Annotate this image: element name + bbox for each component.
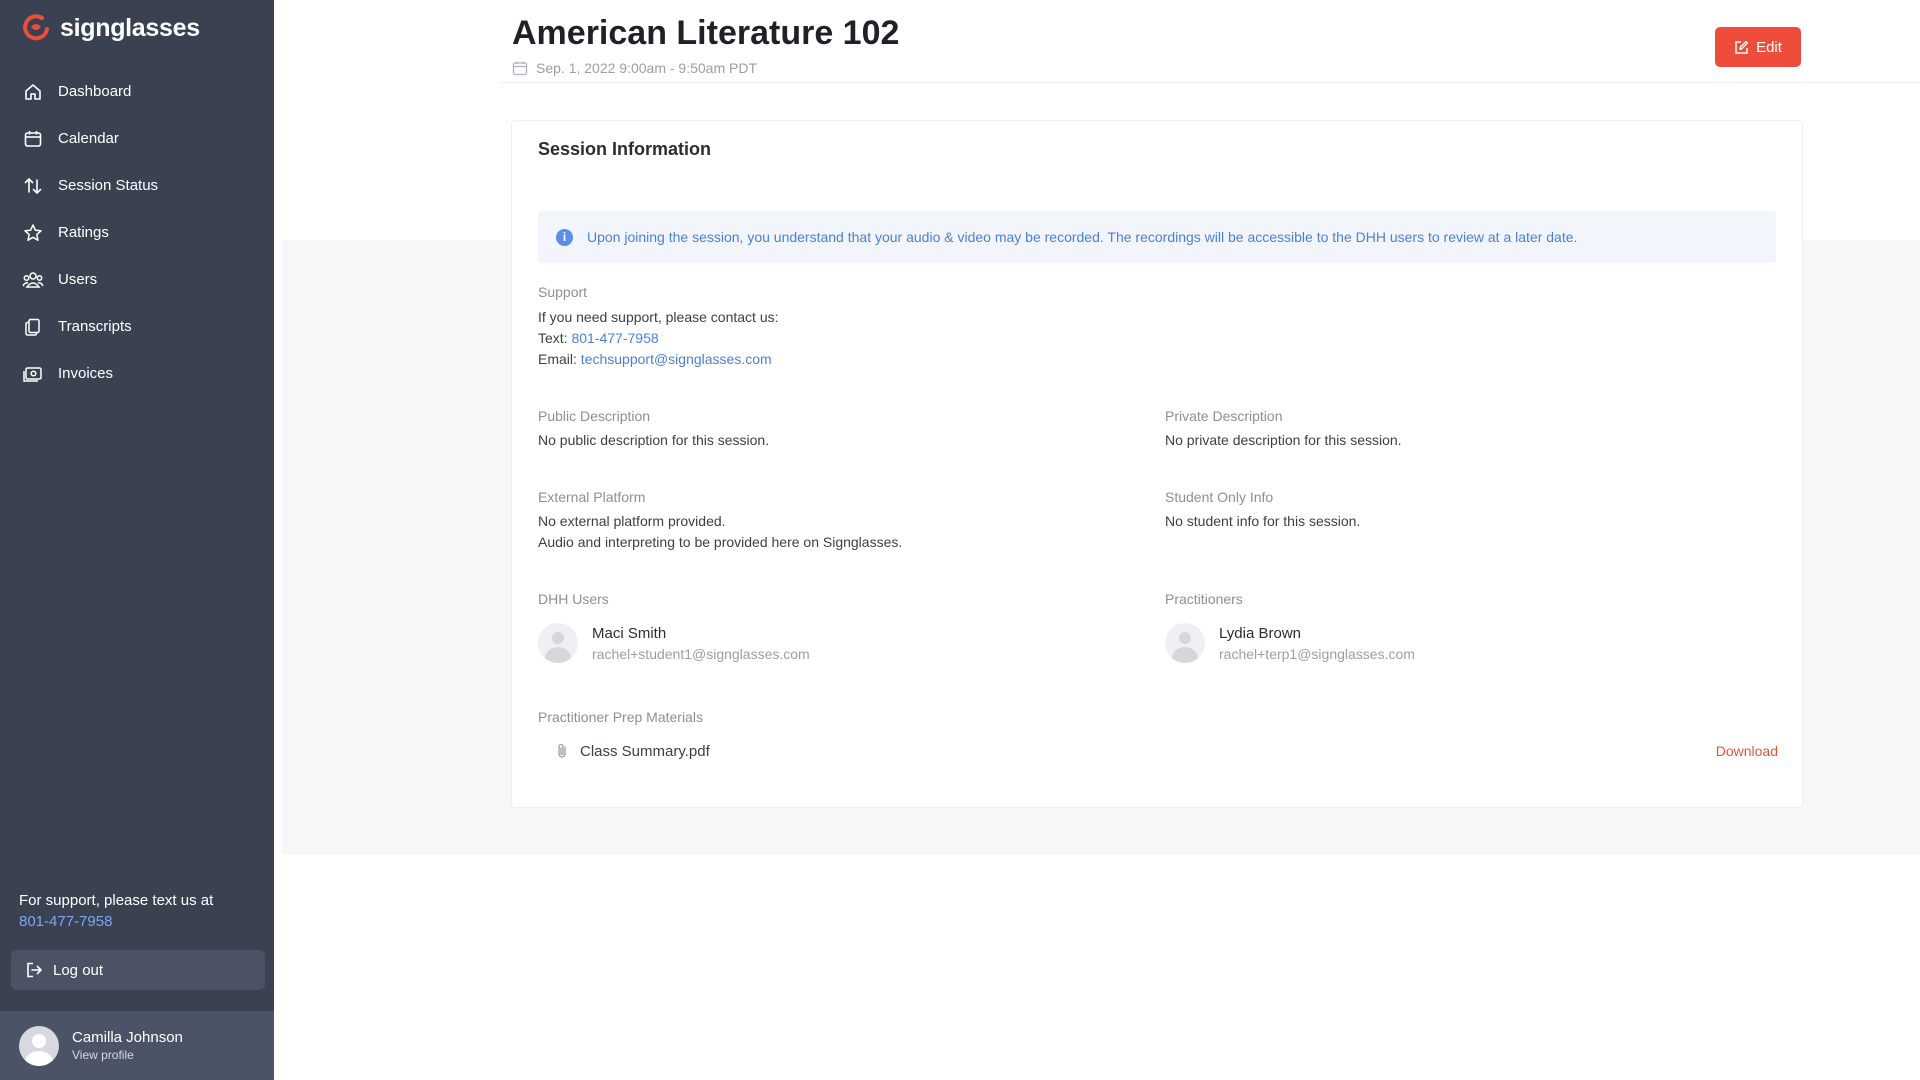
brand[interactable]: signglasses: [20, 10, 200, 46]
logout-label: Log out: [53, 961, 104, 979]
sidebar-item-ratings[interactable]: Ratings: [0, 209, 274, 256]
person-info: Lydia Brown rachel+terp1@signglasses.com: [1219, 625, 1415, 662]
signglasses-logo-icon: [23, 14, 49, 41]
person-email: rachel+student1@signglasses.com: [592, 645, 810, 662]
sidebar-item-label: Invoices: [58, 365, 114, 382]
recording-notice-text: Upon joining the session, you understand…: [587, 229, 1578, 245]
sidebar-nav: Dashboard Calendar Session Status Rating…: [0, 68, 274, 397]
edit-button[interactable]: Edit: [1715, 27, 1801, 67]
avatar: [1165, 623, 1205, 663]
invoice-icon: [22, 363, 44, 385]
external-platform-line: Audio and interpreting to be provided he…: [538, 534, 903, 550]
sidebar-item-session-status[interactable]: Session Status: [0, 162, 274, 209]
sidebar-item-dashboard[interactable]: Dashboard: [0, 68, 274, 115]
prep-materials-label: Practitioner Prep Materials: [538, 709, 703, 725]
sidebar-item-label: Session Status: [58, 177, 159, 194]
support-phone-link[interactable]: 801-477-7958: [571, 330, 658, 346]
sidebar-item-label: Users: [58, 271, 98, 288]
private-description-label: Private Description: [1165, 408, 1283, 424]
sidebar-item-label: Dashboard: [58, 83, 132, 100]
star-icon: [22, 222, 44, 244]
sidebar-support-note: For support, please text us at 801-477-7…: [19, 890, 213, 932]
support-email-row: Email: techsupport@signglasses.com: [538, 349, 779, 370]
person-email: rachel+terp1@signglasses.com: [1219, 645, 1415, 662]
sidebar-item-label: Transcripts: [58, 318, 132, 335]
users-icon: [22, 269, 44, 291]
home-icon: [22, 81, 44, 103]
external-platform-value: No external platform provided. Audio and…: [538, 511, 902, 553]
support-details: If you need support, please contact us: …: [538, 307, 779, 370]
logout-button[interactable]: Log out: [11, 950, 265, 990]
sidebar-item-label: Ratings: [58, 224, 109, 241]
person-name: Maci Smith: [592, 624, 667, 642]
paperclip-icon: [558, 743, 566, 758]
public-description-label: Public Description: [538, 408, 651, 424]
support-phone-link[interactable]: 801-477-7958: [19, 911, 213, 932]
sidebar-item-transcripts[interactable]: Transcripts: [0, 303, 274, 350]
session-date-text: Sep. 1, 2022 9:00am - 9:50am PDT: [536, 60, 758, 76]
support-intro: If you need support, please contact us:: [538, 309, 779, 325]
header-divider: [500, 82, 1920, 83]
session-date: Sep. 1, 2022 9:00am - 9:50am PDT: [512, 60, 757, 76]
external-platform-label: External Platform: [538, 489, 646, 505]
support-text: For support, please text us at: [19, 892, 214, 909]
brand-name: signglasses: [60, 13, 200, 42]
sidebar-item-users[interactable]: Users: [0, 256, 274, 303]
sidebar-item-calendar[interactable]: Calendar: [0, 115, 274, 162]
edit-label: Edit: [1756, 38, 1782, 56]
sidebar-item-invoices[interactable]: Invoices: [0, 350, 274, 397]
person-name: Lydia Brown: [1219, 624, 1301, 642]
avatar: [19, 1025, 59, 1066]
support-text-prefix: Text:: [538, 330, 568, 346]
dhh-user-item[interactable]: Maci Smith rachel+student1@signglasses.c…: [538, 623, 810, 663]
recording-notice: i Upon joining the session, you understa…: [538, 211, 1776, 263]
external-platform-line: No external platform provided.: [538, 513, 726, 529]
support-label: Support: [538, 284, 588, 300]
student-only-info-label: Student Only Info: [1165, 489, 1274, 505]
avatar: [538, 623, 578, 663]
profile-name: Camilla Johnson: [72, 1029, 183, 1046]
download-link[interactable]: Download: [1716, 743, 1778, 759]
support-phone-row: Text: 801-477-7958: [538, 328, 779, 349]
user-profile[interactable]: Camilla Johnson View profile: [0, 1011, 274, 1080]
page-title: American Literature 102: [512, 14, 900, 52]
card-title: Session Information: [538, 139, 712, 159]
session-information-card: Session Information i Upon joining the s…: [511, 120, 1803, 808]
private-description-value: No private description for this session.: [1165, 432, 1402, 448]
sidebar-item-label: Calendar: [58, 130, 119, 147]
practitioner-item[interactable]: Lydia Brown rachel+terp1@signglasses.com: [1165, 623, 1415, 663]
support-email-link[interactable]: techsupport@signglasses.com: [581, 351, 772, 367]
practitioners-label: Practitioners: [1165, 591, 1243, 607]
logout-icon: [27, 962, 43, 978]
sidebar: signglasses Dashboard Calendar Session S…: [0, 0, 274, 1080]
calendar-icon: [512, 61, 528, 76]
calendar-icon: [22, 128, 44, 150]
documents-icon: [22, 316, 44, 338]
support-email-prefix: Email:: [538, 351, 577, 367]
profile-text: Camilla Johnson View profile: [72, 1029, 183, 1062]
sort-arrows-icon: [22, 175, 44, 197]
person-info: Maci Smith rachel+student1@signglasses.c…: [592, 625, 810, 662]
public-description-value: No public description for this session.: [538, 432, 770, 448]
prep-file-name: Class Summary.pdf: [580, 742, 710, 760]
info-icon: i: [556, 228, 573, 246]
edit-icon: [1735, 40, 1749, 54]
dhh-users-label: DHH Users: [538, 591, 609, 607]
student-only-info-value: No student info for this session.: [1165, 513, 1361, 529]
view-profile-link[interactable]: View profile: [72, 1048, 183, 1062]
prep-file-row: Class Summary.pdf Download: [538, 736, 1778, 766]
